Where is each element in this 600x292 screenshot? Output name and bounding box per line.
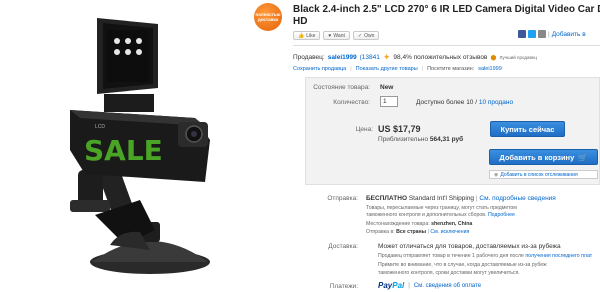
social-actions: 👍 Like ♥ Want ✓ Own [293,31,380,40]
own-button[interactable]: ✓ Own [352,31,380,40]
delivery-text: Может отличаться для товаров, доставляем… [378,243,561,250]
add-to-cart-button[interactable]: Добавить в корзину 🛒 [489,149,598,165]
star-icon: ✦ [382,52,391,62]
more-info-link[interactable]: Подробнее [488,212,515,218]
shipping-line: БЕСПЛАТНО Standard Int'l Shipping | См. … [366,195,556,202]
shipping-label: Отправка: [327,195,358,202]
customs-note-2: таможенного контроля и дополнительных сб… [366,212,515,218]
product-title: Black 2.4-inch 2.5" LCD 270° 6 IR LED Ca… [293,4,600,15]
save-seller-link[interactable]: Сохранить продавца [293,66,346,72]
add-to-list-link[interactable]: Добавить в [552,31,586,38]
svg-text:SALE: SALE [84,134,163,167]
quantity-label: Количество: [333,99,370,106]
svg-text:LCD: LCD [95,124,105,130]
exclusions-link[interactable]: См. исключения [430,229,469,235]
like-button[interactable]: 👍 Like [293,31,321,40]
twitter-icon[interactable] [528,30,536,38]
top-seller-icon: ⬢ [490,54,497,62]
payments-label: Платежи: [329,283,358,290]
availability-text: Доступно более 10 / 10 продано [416,99,514,106]
customs-note-1: Товары, пересылаемые через границу, могу… [366,205,517,211]
price-value: US $17,79 [378,124,421,134]
cart-icon: 🛒 [578,152,588,162]
ship-to: Отправка в: Все страны | См. исключения [366,229,470,235]
delivery-note-3: таможенного контроля, сроки доставки мог… [378,270,520,276]
shipping-details-link[interactable]: См. подробные сведения [479,195,555,202]
heart-icon: ♥ [328,32,332,39]
seller-links: Сохранить продавца | Показать другие тов… [293,66,502,72]
visit-store-label: Посетите магазин: [427,66,475,72]
seller-rating: 98,4% положительных отзывов [393,54,488,61]
quantity-input[interactable]: 1 [380,96,398,107]
condition-label: Состояние товара: [313,84,370,91]
delivery-label: Доставка: [328,243,358,250]
payments-row: PayPal | См. сведения об оплате [378,281,482,290]
sold-count-link[interactable]: 10 продано [479,99,513,106]
check-icon: ✓ [357,32,363,39]
condition-value: New [380,84,394,91]
approx-price: Приблизительно 564,31 руб [378,136,464,143]
other-items-link[interactable]: Показать другие товары [356,66,418,72]
price-label: Цена: [355,126,373,133]
share-icons: | Добавить в [518,30,586,38]
seller-info: Продавец: salei1999 (13841 ✦ 98,4% полож… [293,52,537,62]
eye-icon: ◉ [494,171,499,178]
product-image[interactable]: LCD SALE полностью доставка [0,0,285,292]
facebook-icon[interactable] [518,30,526,38]
divider [293,45,600,46]
car-camera-illustration: LCD SALE [70,18,210,274]
want-button[interactable]: ♥ Want [323,31,350,40]
seller-name-link[interactable]: salei1999 [328,54,357,61]
payment-details-link[interactable]: См. сведения об оплате [414,283,481,289]
add-to-watchlist-link[interactable]: ◉ Добавить в список отслеживания [489,170,598,179]
seller-feedback-count[interactable]: (13841 [360,54,380,61]
delivery-note-2: Примите во внимание, что в случае, когда… [378,262,547,268]
thumb-up-icon: 👍 [298,32,305,39]
handling-note: Продавец отправляет товар в течение 1 ра… [378,253,593,259]
buy-now-button[interactable]: Купить сейчас [490,121,565,137]
product-title-line2: HD [293,16,308,27]
paypal-logo: PayPal [378,281,405,290]
email-icon[interactable] [538,30,546,38]
store-link[interactable]: salei1999 [478,66,502,72]
free-shipping-badge: полностью доставка [254,3,282,31]
top-seller-label: Лучший продавец [499,55,537,60]
item-location: Местонахождение товара: shenzhen, China [366,221,473,227]
